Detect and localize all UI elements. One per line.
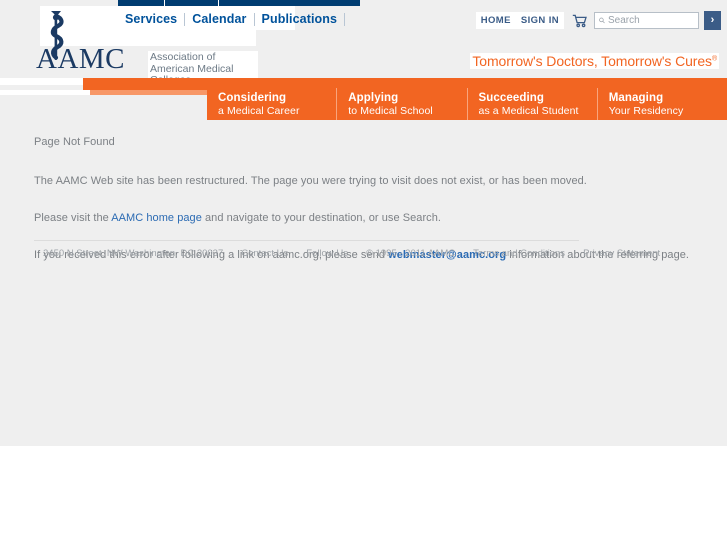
tab-considering-title: Considering: [218, 92, 287, 104]
search-box[interactable]: [594, 12, 699, 29]
footer-terms-link[interactable]: Terms and Conditions: [464, 248, 574, 259]
tab-applying-subtitle: to Medical School: [348, 105, 433, 117]
search-area: ›: [594, 11, 721, 30]
tab-applying-title: Applying: [348, 92, 399, 104]
main-content: Page Not Found The AAMC Web site has bee…: [0, 120, 727, 285]
header-utility-bar: HOME SIGN IN Search ›: [475, 11, 721, 30]
footer-copyright: © 1995 - 2011 AAMC: [365, 248, 456, 259]
aamc-full-name-line1: Association of: [150, 51, 216, 63]
tab-applying[interactable]: Applying to Medical School: [337, 88, 468, 120]
tab-considering-subtitle: a Medical Career: [218, 105, 300, 117]
visit-home-prefix: Please visit the: [34, 212, 112, 224]
site-header: Services Calendar Publications AAMC Asso…: [0, 0, 727, 88]
search-submit-button[interactable]: ›: [704, 11, 721, 30]
tab-managing[interactable]: Managing Your Residency: [597, 88, 727, 120]
page-title: Page Not Found: [34, 136, 115, 148]
topnav-separator: [344, 12, 346, 26]
footer-privacy-link[interactable]: Privacy Statement: [574, 248, 669, 259]
aamc-logo[interactable]: AAMC Association of American Medical Col…: [28, 8, 258, 88]
tab-managing-title: Managing: [608, 92, 664, 104]
aamc-home-page-link[interactable]: AAMC home page: [111, 212, 202, 224]
footer-follow-us-link[interactable]: Follow Us: [297, 248, 357, 259]
registered-mark: ®: [711, 55, 717, 63]
tab-succeeding-subtitle: as a Medical Student: [478, 105, 579, 117]
sign-in-link[interactable]: SIGN IN: [515, 12, 564, 29]
tab-considering[interactable]: Considering a Medical Career: [207, 88, 338, 120]
page-root: Services Calendar Publications AAMC Asso…: [0, 0, 727, 545]
topnav-item-publications[interactable]: Publications: [255, 10, 345, 28]
tab-succeeding-title: Succeeding: [478, 92, 545, 104]
footer-contact-us-link[interactable]: Contact Us: [232, 248, 297, 259]
shopping-cart-icon[interactable]: [572, 14, 588, 28]
brand-tagline-text: Tomorrow's Doctors, Tomorrow's Cures: [472, 53, 712, 69]
visit-home-suffix: and navigate to your destination, or use…: [201, 212, 441, 224]
audience-tabs: Considering a Medical Career Applying to…: [207, 88, 727, 120]
site-footer: 2450 N Street, NW Washington, DC 20037 C…: [34, 240, 660, 259]
visit-home-message: Please visit the AAMC home page and navi…: [34, 211, 697, 226]
aamc-wordmark: AAMC: [36, 43, 126, 75]
home-link[interactable]: HOME: [475, 12, 516, 29]
search-input[interactable]: [608, 13, 694, 28]
search-icon: [599, 17, 605, 24]
brand-tagline: Tomorrow's Doctors, Tomorrow's Cures®: [470, 53, 719, 69]
footer-address: 2450 N Street, NW Washington, DC 20037: [43, 248, 224, 259]
tab-managing-subtitle: Your Residency: [608, 105, 684, 117]
restructured-message: The AAMC Web site has been restructured.…: [34, 175, 587, 187]
tab-succeeding[interactable]: Succeeding as a Medical Student: [467, 88, 598, 120]
